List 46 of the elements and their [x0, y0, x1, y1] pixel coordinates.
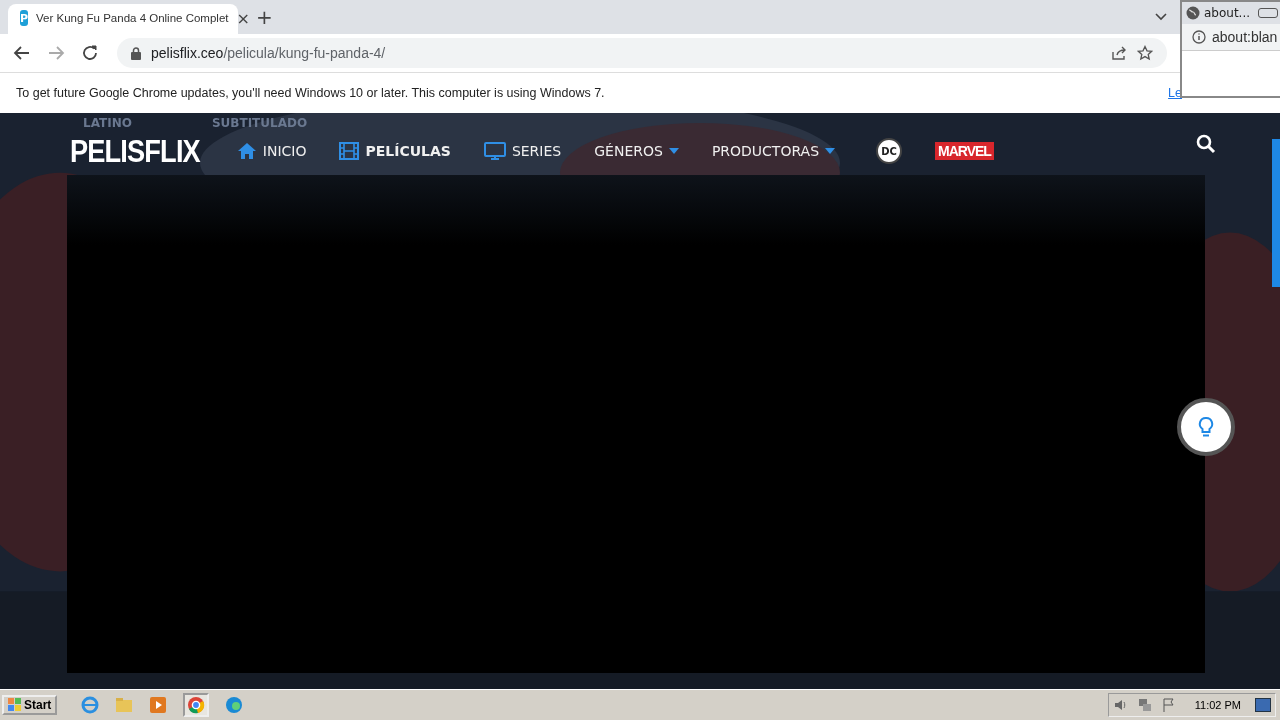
background-text: LATINO — [83, 117, 132, 129]
nav-link[interactable]: PELÍCULAS — [339, 142, 451, 160]
back-icon[interactable] — [13, 44, 31, 62]
bookmark-star-icon[interactable] — [1137, 45, 1153, 61]
popup-url-text: about:blan — [1212, 29, 1278, 45]
media-player-icon[interactable] — [149, 696, 168, 714]
address-bar[interactable]: pelisflix.ceo/pelicula/kung-fu-panda-4/ — [117, 38, 1167, 68]
tab-search-chevron-icon[interactable] — [1154, 12, 1168, 22]
brand-logo[interactable]: MARVEL — [935, 142, 994, 160]
start-button[interactable]: Start — [2, 695, 58, 715]
close-tab-button[interactable]: × — [236, 8, 250, 28]
info-icon — [1192, 30, 1206, 44]
url-text: pelisflix.ceo/pelicula/kung-fu-panda-4/ — [151, 45, 386, 61]
clock-text: 11:02 PM — [1194, 699, 1241, 711]
search-icon[interactable] — [1196, 134, 1216, 154]
popup-tab-title: about... — [1204, 6, 1251, 20]
share-icon[interactable] — [1111, 45, 1127, 61]
nav-link[interactable]: GÉNEROS — [594, 143, 679, 159]
nav-link[interactable]: INICIO — [236, 142, 307, 160]
monitor-icon — [483, 142, 506, 160]
popup-address-bar[interactable]: about:blan — [1182, 24, 1280, 51]
network-icon[interactable] — [1136, 697, 1153, 713]
forward-icon[interactable] — [47, 44, 65, 62]
new-tab-button[interactable]: + — [256, 5, 273, 29]
nav-link[interactable]: SERIES — [483, 142, 562, 160]
edge-icon[interactable] — [225, 696, 244, 714]
scrollbar-thumb[interactable] — [1272, 139, 1280, 287]
globe-icon — [1186, 6, 1200, 20]
lightbulb-icon — [1197, 416, 1215, 438]
minimize-button[interactable] — [1258, 8, 1279, 18]
flag-icon[interactable] — [1160, 697, 1177, 713]
internet-explorer-icon[interactable] — [81, 696, 100, 714]
nav-link[interactable]: PRODUCTORAS — [711, 143, 836, 159]
home-icon — [236, 142, 257, 160]
reload-icon[interactable] — [81, 44, 99, 62]
chrome-taskbar-button[interactable] — [183, 693, 210, 717]
site-logo[interactable]: PELISFLIX — [70, 135, 200, 167]
windows-logo-icon — [8, 698, 22, 712]
background-text: SUBTITULADO — [211, 117, 308, 129]
film-icon — [339, 142, 360, 160]
update-warning-text: To get future Google Chrome updates, you'll need Windows 10 or later. This computer is using Windows 7. — [16, 86, 605, 100]
show-desktop-button[interactable] — [1255, 698, 1271, 712]
chrome-icon — [187, 696, 206, 714]
site-favicon: P — [20, 10, 29, 26]
lock-icon — [131, 46, 141, 60]
tab-title: Ver Kung Fu Panda 4 Online Complet — [36, 12, 229, 24]
